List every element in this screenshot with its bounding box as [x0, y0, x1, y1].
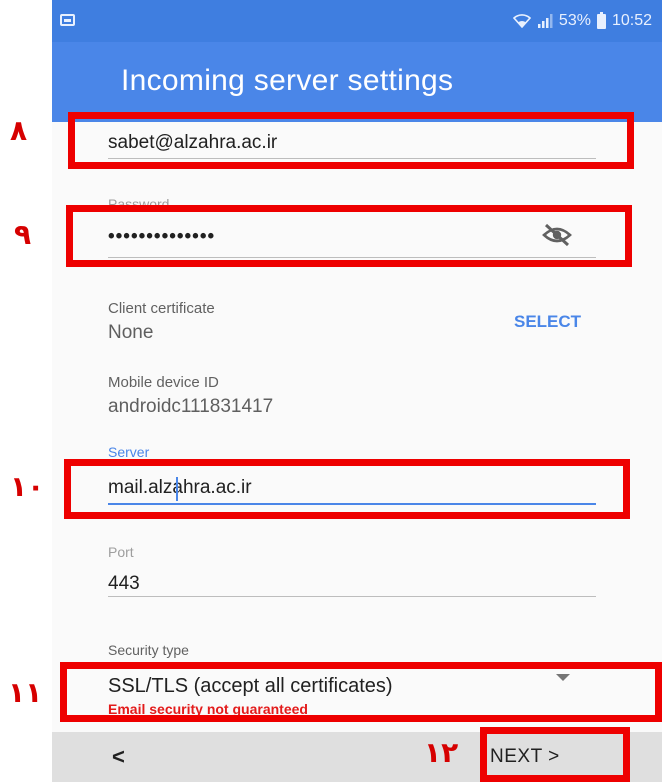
port-field[interactable]: 443 [108, 573, 140, 595]
annotation-box-8 [68, 112, 634, 169]
status-indicators: 53% 10:52 [512, 10, 652, 32]
mobile-device-id-label: Mobile device ID [108, 374, 219, 391]
client-certificate-label: Client certificate [108, 300, 215, 317]
port-label: Port [108, 544, 134, 560]
wifi-icon [512, 14, 531, 28]
server-label: Server [108, 444, 150, 460]
annotation-number-8: ٨ [10, 114, 28, 147]
port-field-underline [108, 596, 596, 597]
annotation-number-11: ١١ [8, 676, 43, 709]
annotation-box-10 [64, 459, 630, 519]
battery-percent: 53% [558, 12, 591, 29]
clock: 10:52 [611, 12, 652, 29]
client-certificate-value: None [108, 322, 154, 343]
annotation-box-12 [480, 727, 630, 782]
annotation-number-9: ٩ [14, 218, 32, 251]
annotation-number-10: ١٠ [10, 470, 45, 503]
status-bar: 53% 10:52 [52, 0, 662, 42]
annotation-box-9 [66, 205, 632, 267]
security-type-label: Security type [108, 642, 189, 658]
annotation-number-12: ١٢ [424, 736, 459, 769]
mobile-device-id-value: androidc111831417 [108, 396, 274, 417]
app-bar: Incoming server settings [52, 42, 662, 122]
screenshot-notification-icon [60, 14, 75, 26]
back-button[interactable]: < [112, 732, 125, 782]
annotation-box-11 [60, 662, 662, 722]
select-certificate-button[interactable]: SELECT [514, 312, 581, 332]
battery-icon [596, 11, 606, 29]
page-title: Incoming server settings [121, 64, 454, 97]
signal-icon [537, 14, 553, 28]
